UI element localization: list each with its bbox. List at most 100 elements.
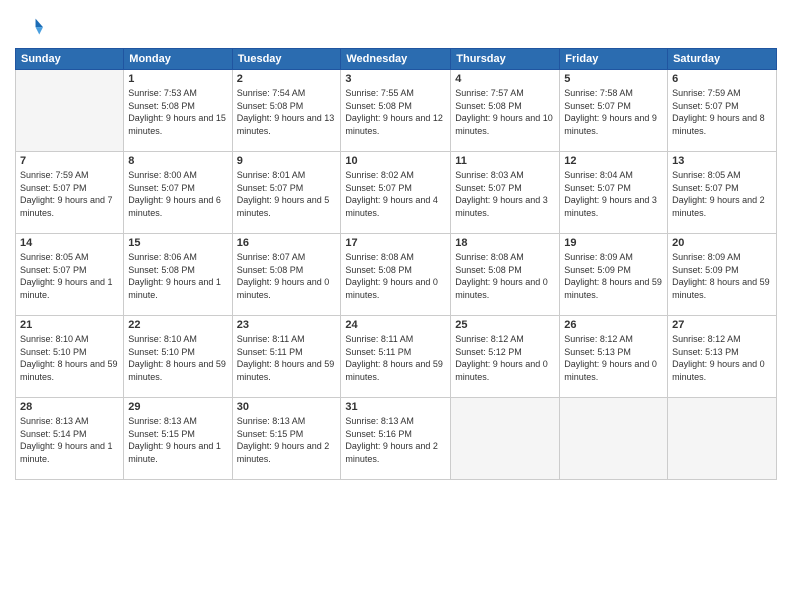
calendar-cell: 24 Sunrise: 8:11 AMSunset: 5:11 PMDayligh…	[341, 316, 451, 398]
day-info: Sunrise: 8:08 AMSunset: 5:08 PMDaylight:…	[455, 251, 555, 301]
day-info: Sunrise: 8:12 AMSunset: 5:12 PMDaylight:…	[455, 333, 555, 383]
day-info: Sunrise: 8:06 AMSunset: 5:08 PMDaylight:…	[128, 251, 227, 301]
day-number: 1	[128, 73, 227, 85]
calendar-cell: 1 Sunrise: 7:53 AMSunset: 5:08 PMDaylight…	[124, 70, 232, 152]
calendar-week-row: 1 Sunrise: 7:53 AMSunset: 5:08 PMDaylight…	[16, 70, 777, 152]
calendar-cell: 16Sunrise: 8:07 AMSunset: 5:08 PMDayligh…	[232, 234, 341, 316]
day-info: Sunrise: 8:13 AMSunset: 5:15 PMDaylight:…	[237, 415, 337, 465]
calendar-cell: 31 Sunrise: 8:13 AMSunset: 5:16 PMDayligh…	[341, 398, 451, 480]
calendar-cell: 23Sunrise: 8:11 AMSunset: 5:11 PMDayligh…	[232, 316, 341, 398]
day-number: 8	[128, 155, 227, 167]
day-number: 5	[564, 73, 663, 85]
calendar-cell: 20 Sunrise: 8:09 AMSunset: 5:09 PMDayligh…	[668, 234, 777, 316]
day-number: 15	[128, 237, 227, 249]
day-number: 13	[672, 155, 772, 167]
day-number: 11	[455, 155, 555, 167]
day-number: 21	[20, 319, 119, 331]
calendar-cell: 21 Sunrise: 8:10 AMSunset: 5:10 PMDayligh…	[16, 316, 124, 398]
page: SundayMondayTuesdayWednesdayThursdayFrid…	[0, 0, 792, 612]
calendar-day-header: Friday	[560, 49, 668, 70]
day-number: 24	[345, 319, 446, 331]
logo-icon	[15, 14, 43, 42]
day-number: 27	[672, 319, 772, 331]
day-info: Sunrise: 8:00 AMSunset: 5:07 PMDaylight:…	[128, 169, 227, 219]
day-number: 3	[345, 73, 446, 85]
calendar-cell: 18 Sunrise: 8:08 AMSunset: 5:08 PMDayligh…	[451, 234, 560, 316]
calendar-cell: 27 Sunrise: 8:12 AMSunset: 5:13 PMDayligh…	[668, 316, 777, 398]
day-info: Sunrise: 7:54 AMSunset: 5:08 PMDaylight:…	[237, 87, 337, 137]
day-info: Sunrise: 7:57 AMSunset: 5:08 PMDaylight:…	[455, 87, 555, 137]
day-number: 28	[20, 401, 119, 413]
calendar-week-row: 28Sunrise: 8:13 AMSunset: 5:14 PMDayligh…	[16, 398, 777, 480]
calendar-day-header: Thursday	[451, 49, 560, 70]
day-info: Sunrise: 8:10 AMSunset: 5:10 PMDaylight:…	[20, 333, 119, 383]
calendar-cell: 5Sunrise: 7:58 AMSunset: 5:07 PMDaylight…	[560, 70, 668, 152]
day-info: Sunrise: 8:10 AMSunset: 5:10 PMDaylight:…	[128, 333, 227, 383]
day-info: Sunrise: 8:12 AMSunset: 5:13 PMDaylight:…	[672, 333, 772, 383]
calendar-cell: 19 Sunrise: 8:09 AMSunset: 5:09 PMDayligh…	[560, 234, 668, 316]
day-info: Sunrise: 8:13 AMSunset: 5:16 PMDaylight:…	[345, 415, 446, 465]
day-number: 17	[345, 237, 446, 249]
calendar-cell: 8 Sunrise: 8:00 AMSunset: 5:07 PMDaylight…	[124, 152, 232, 234]
calendar-week-row: 14Sunrise: 8:05 AMSunset: 5:07 PMDayligh…	[16, 234, 777, 316]
calendar-cell	[16, 70, 124, 152]
calendar-cell: 29Sunrise: 8:13 AMSunset: 5:15 PMDayligh…	[124, 398, 232, 480]
calendar-header-row: SundayMondayTuesdayWednesdayThursdayFrid…	[16, 49, 777, 70]
calendar-day-header: Tuesday	[232, 49, 341, 70]
calendar-cell	[451, 398, 560, 480]
day-number: 22	[128, 319, 227, 331]
day-number: 4	[455, 73, 555, 85]
day-number: 14	[20, 237, 119, 249]
calendar-day-header: Sunday	[16, 49, 124, 70]
calendar-cell	[668, 398, 777, 480]
day-info: Sunrise: 7:59 AMSunset: 5:07 PMDaylight:…	[672, 87, 772, 137]
calendar-cell: 28Sunrise: 8:13 AMSunset: 5:14 PMDayligh…	[16, 398, 124, 480]
calendar-cell: 11 Sunrise: 8:03 AMSunset: 5:07 PMDayligh…	[451, 152, 560, 234]
calendar-cell: 22 Sunrise: 8:10 AMSunset: 5:10 PMDayligh…	[124, 316, 232, 398]
calendar-cell: 26 Sunrise: 8:12 AMSunset: 5:13 PMDayligh…	[560, 316, 668, 398]
day-number: 23	[237, 319, 337, 331]
calendar-cell: 15 Sunrise: 8:06 AMSunset: 5:08 PMDayligh…	[124, 234, 232, 316]
day-info: Sunrise: 7:53 AMSunset: 5:08 PMDaylight:…	[128, 87, 227, 137]
calendar-day-header: Saturday	[668, 49, 777, 70]
day-info: Sunrise: 8:01 AMSunset: 5:07 PMDaylight:…	[237, 169, 337, 219]
day-number: 31	[345, 401, 446, 413]
calendar-cell: 4 Sunrise: 7:57 AMSunset: 5:08 PMDaylight…	[451, 70, 560, 152]
day-number: 26	[564, 319, 663, 331]
day-number: 20	[672, 237, 772, 249]
calendar-cell: 3Sunrise: 7:55 AMSunset: 5:08 PMDaylight…	[341, 70, 451, 152]
calendar-cell	[560, 398, 668, 480]
day-info: Sunrise: 8:09 AMSunset: 5:09 PMDaylight:…	[672, 251, 772, 301]
calendar-cell: 6Sunrise: 7:59 AMSunset: 5:07 PMDaylight…	[668, 70, 777, 152]
day-number: 9	[237, 155, 337, 167]
day-number: 18	[455, 237, 555, 249]
logo	[15, 14, 47, 42]
calendar-cell: 7Sunrise: 7:59 AMSunset: 5:07 PMDaylight…	[16, 152, 124, 234]
day-number: 25	[455, 319, 555, 331]
calendar-cell: 30Sunrise: 8:13 AMSunset: 5:15 PMDayligh…	[232, 398, 341, 480]
day-info: Sunrise: 8:12 AMSunset: 5:13 PMDaylight:…	[564, 333, 663, 383]
calendar-week-row: 7Sunrise: 7:59 AMSunset: 5:07 PMDaylight…	[16, 152, 777, 234]
day-info: Sunrise: 8:04 AMSunset: 5:07 PMDaylight:…	[564, 169, 663, 219]
calendar-cell: 12 Sunrise: 8:04 AMSunset: 5:07 PMDayligh…	[560, 152, 668, 234]
day-info: Sunrise: 8:11 AMSunset: 5:11 PMDaylight:…	[345, 333, 446, 383]
day-info: Sunrise: 8:03 AMSunset: 5:07 PMDaylight:…	[455, 169, 555, 219]
day-info: Sunrise: 8:09 AMSunset: 5:09 PMDaylight:…	[564, 251, 663, 301]
calendar-cell: 14Sunrise: 8:05 AMSunset: 5:07 PMDayligh…	[16, 234, 124, 316]
day-info: Sunrise: 8:13 AMSunset: 5:15 PMDaylight:…	[128, 415, 227, 465]
day-number: 2	[237, 73, 337, 85]
calendar-cell: 13Sunrise: 8:05 AMSunset: 5:07 PMDayligh…	[668, 152, 777, 234]
header	[15, 10, 777, 42]
calendar-cell: 2 Sunrise: 7:54 AMSunset: 5:08 PMDaylight…	[232, 70, 341, 152]
calendar-cell: 9 Sunrise: 8:01 AMSunset: 5:07 PMDaylight…	[232, 152, 341, 234]
day-info: Sunrise: 8:02 AMSunset: 5:07 PMDaylight:…	[345, 169, 446, 219]
calendar-cell: 10Sunrise: 8:02 AMSunset: 5:07 PMDayligh…	[341, 152, 451, 234]
day-number: 7	[20, 155, 119, 167]
day-number: 19	[564, 237, 663, 249]
calendar-day-header: Wednesday	[341, 49, 451, 70]
calendar-week-row: 21 Sunrise: 8:10 AMSunset: 5:10 PMDayligh…	[16, 316, 777, 398]
calendar-table: SundayMondayTuesdayWednesdayThursdayFrid…	[15, 48, 777, 480]
calendar-cell: 25 Sunrise: 8:12 AMSunset: 5:12 PMDayligh…	[451, 316, 560, 398]
day-number: 12	[564, 155, 663, 167]
calendar-cell: 17Sunrise: 8:08 AMSunset: 5:08 PMDayligh…	[341, 234, 451, 316]
